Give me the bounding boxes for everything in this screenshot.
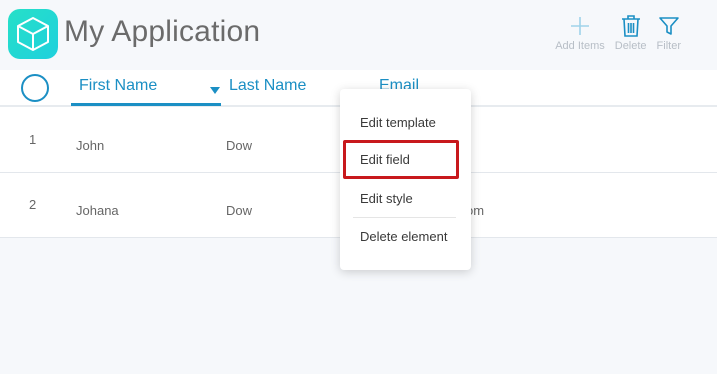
active-column-indicator xyxy=(71,103,221,106)
menu-item-edit-field[interactable]: Edit field xyxy=(360,152,410,167)
context-menu: Edit template Edit field Edit style Dele… xyxy=(340,89,471,270)
filter-icon xyxy=(658,17,679,35)
cell-first-name[interactable]: John xyxy=(76,138,104,153)
menu-item-edit-template[interactable]: Edit template xyxy=(360,115,436,130)
cube-icon xyxy=(17,17,49,51)
cell-first-name[interactable]: Johana xyxy=(76,203,119,218)
menu-item-delete-element[interactable]: Delete element xyxy=(360,229,447,244)
trash-icon xyxy=(621,15,640,37)
plus-icon xyxy=(570,17,589,35)
filter-label: Filter xyxy=(656,40,681,52)
row-number: 1 xyxy=(29,132,37,147)
toolbar: Add Items Delete Filter xyxy=(545,12,681,62)
cell-last-name[interactable]: Dow xyxy=(226,138,252,153)
chevron-down-icon[interactable] xyxy=(210,87,220,94)
app-logo xyxy=(8,9,58,59)
delete-button[interactable]: Delete xyxy=(615,12,647,62)
select-all-checkbox[interactable] xyxy=(21,74,49,102)
cell-last-name[interactable]: Dow xyxy=(226,203,252,218)
row-number: 2 xyxy=(29,197,37,212)
filter-button[interactable]: Filter xyxy=(657,12,681,62)
app-window: My Application Add Items Delete Filter F… xyxy=(0,0,717,374)
add-items-label: Add Items xyxy=(555,40,605,52)
delete-label: Delete xyxy=(614,40,647,52)
app-header: My Application Add Items Delete Filter xyxy=(0,0,717,70)
column-header-first-name[interactable]: First Name xyxy=(79,77,157,95)
menu-item-edit-style[interactable]: Edit style xyxy=(360,191,413,206)
add-items-button[interactable]: Add Items xyxy=(555,12,605,62)
column-header-last-name[interactable]: Last Name xyxy=(229,77,306,95)
menu-divider xyxy=(353,217,456,218)
app-title: My Application xyxy=(64,15,261,48)
